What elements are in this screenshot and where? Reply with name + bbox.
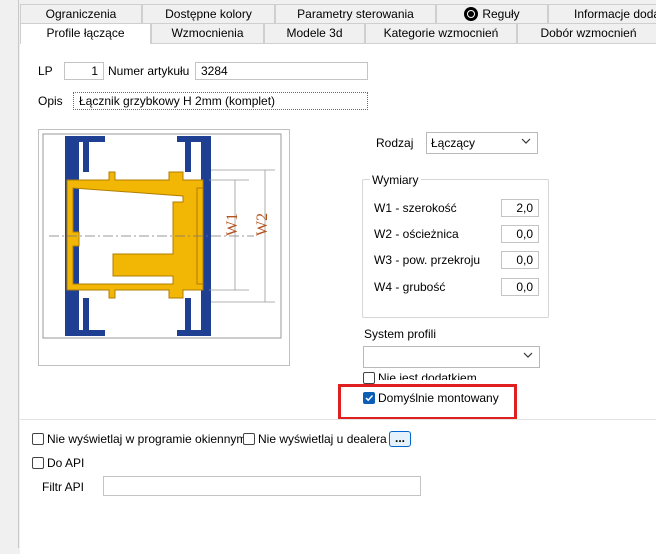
chevron-down-icon (523, 352, 533, 358)
more-options-button[interactable]: ... (389, 431, 411, 447)
tab-dostepne-kolory[interactable]: Dostępne kolory (142, 4, 275, 24)
tab-row-bottom: Profile łączące Wzmocnienia Modele 3d Ka… (20, 23, 656, 44)
tab-ograniczenia[interactable]: Ograniczenia (20, 4, 142, 24)
hide-dealer-checkbox[interactable] (243, 433, 255, 445)
hide-window-program-label: Nie wyświetlaj w programie okiennym (47, 432, 247, 446)
rodzaj-value: Łączący (431, 136, 476, 150)
api-label: Do API (47, 456, 85, 470)
tab-row-top: Ograniczenia Dostępne kolory Parametry s… (20, 4, 656, 24)
tab-kategorie-wzmocnien[interactable]: Kategorie wzmocnień (365, 23, 517, 43)
section-divider (20, 419, 656, 420)
dim-field-w4[interactable]: 0,0 (501, 278, 539, 296)
hide-dealer-label: Nie wyświetlaj u dealera (258, 432, 387, 446)
not-additional-checkbox[interactable] (363, 372, 375, 384)
hide-window-program-checkbox[interactable] (32, 433, 44, 445)
tab-informacje-dodatkowe[interactable]: Informacje dodatkowe (548, 4, 656, 24)
api-checkbox[interactable] (32, 457, 44, 469)
rodzaj-label: Rodzaj (376, 136, 414, 150)
not-additional-label: Nie jest dodatkiem (378, 371, 477, 380)
tab-profile-laczace[interactable]: Profile łączące (20, 23, 151, 44)
window-left-border (18, 0, 19, 548)
w1-dimension-label: W1 (224, 213, 241, 236)
profile-cross-section-drawing: W1 W2 (42, 133, 282, 339)
dim-label-w3: W3 - pow. przekroju (374, 253, 481, 267)
tab-modele-3d[interactable]: Modele 3d (264, 23, 365, 43)
opis-field[interactable]: Łącznik grzybkowy H 2mm (komplet) (73, 92, 368, 110)
chevron-down-icon (521, 138, 531, 144)
filter-api-label: Filtr API (42, 480, 85, 494)
tab-reguly[interactable]: Reguły (436, 4, 548, 24)
filter-api-field[interactable] (103, 476, 421, 496)
article-number-label: Numer artykułu (108, 64, 190, 78)
record-icon (464, 7, 479, 21)
profile-drawing-frame: W1 W2 (38, 129, 290, 366)
default-mounted-checkbox[interactable] (363, 392, 375, 404)
tab-page-profile-laczace: LP 1 Numer artykułu 3284 Opis Łącznik gr… (20, 43, 656, 554)
dim-field-w2[interactable]: 0,0 (501, 225, 539, 243)
wymiary-title: Wymiary (370, 172, 421, 188)
default-mounted-label: Domyślnie montowany (378, 391, 499, 405)
dim-label-w4: W4 - grubość (374, 280, 446, 294)
rodzaj-dropdown[interactable]: Łączący (426, 132, 538, 154)
dim-field-w3[interactable]: 0,0 (501, 251, 539, 269)
dim-label-w1: W1 - szerokość (374, 201, 457, 215)
check-icon (365, 394, 374, 402)
article-number-field[interactable]: 3284 (195, 62, 368, 80)
system-profili-dropdown[interactable] (363, 346, 540, 368)
w2-dimension-label: W2 (254, 213, 271, 236)
dim-field-w1[interactable]: 2,0 (501, 199, 539, 217)
tab-wzmocnienia[interactable]: Wzmocnienia (151, 23, 264, 43)
dim-label-w2: W2 - ościeżnica (374, 227, 459, 241)
tab-parametry-sterowania[interactable]: Parametry sterowania (275, 4, 436, 24)
lp-label: LP (38, 64, 53, 78)
opis-label: Opis (38, 94, 63, 108)
tab-dobor-wzmocnien[interactable]: Dobór wzmocnień (517, 23, 656, 43)
system-profili-label: System profili (364, 327, 437, 341)
lp-field[interactable]: 1 (64, 62, 104, 80)
